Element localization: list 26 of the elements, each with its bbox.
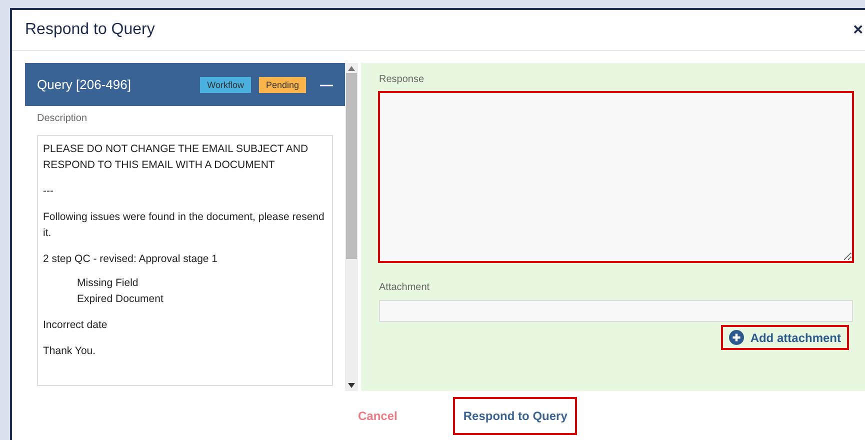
query-title: Query [206-496] — [37, 77, 132, 92]
scroll-down-icon[interactable] — [348, 383, 355, 388]
scroll-thumb[interactable] — [346, 73, 357, 259]
scrollbar[interactable] — [345, 63, 358, 391]
description-text: Missing Field — [77, 276, 140, 291]
window-title: Respond to Query — [25, 21, 155, 39]
status-tag: Pending — [258, 76, 306, 92]
submit-button[interactable]: Respond to Query — [455, 398, 576, 432]
response-field[interactable] — [379, 92, 853, 262]
attachment-label: Attachment — [379, 282, 431, 293]
close-button[interactable]: × — [851, 20, 865, 40]
description-text: Thank You. — [43, 344, 97, 359]
description-label: Description — [36, 112, 88, 126]
description-text: Expired Document — [77, 292, 164, 307]
description-text: PLEASE DO NOT CHANGE THE EMAIL SUBJECT AND RESPOND TO THIS EMAIL WITH A DOCUMENT — [43, 142, 310, 173]
status-tag: Workflow — [200, 76, 251, 92]
scroll-up-icon[interactable] — [348, 66, 355, 71]
plus-circle-icon — [729, 330, 744, 345]
description-text: Following issues were found in the document, please resend it. — [43, 210, 326, 241]
description-text: Incorrect date — [43, 318, 108, 333]
description-text: --- — [43, 184, 54, 199]
attachment-field[interactable] — [379, 300, 853, 322]
response-label: Response — [379, 74, 426, 85]
add-attachment-button[interactable]: Add attachment — [723, 327, 847, 348]
collapse-button[interactable]: — — [314, 77, 333, 92]
description-text: 2 step QC - revised: Approval stage 1 — [43, 252, 219, 267]
